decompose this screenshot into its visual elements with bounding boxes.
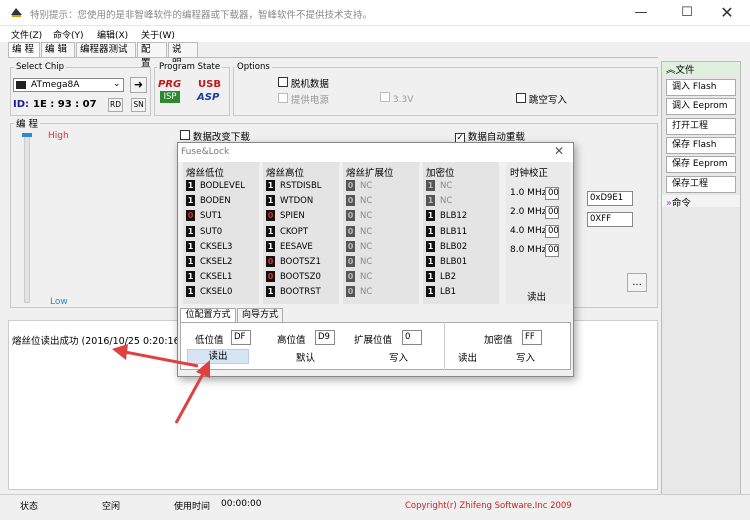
annotation-arrows bbox=[112, 344, 210, 424]
arrow-to-read-button bbox=[174, 360, 210, 424]
arrow-to-log bbox=[112, 344, 199, 368]
